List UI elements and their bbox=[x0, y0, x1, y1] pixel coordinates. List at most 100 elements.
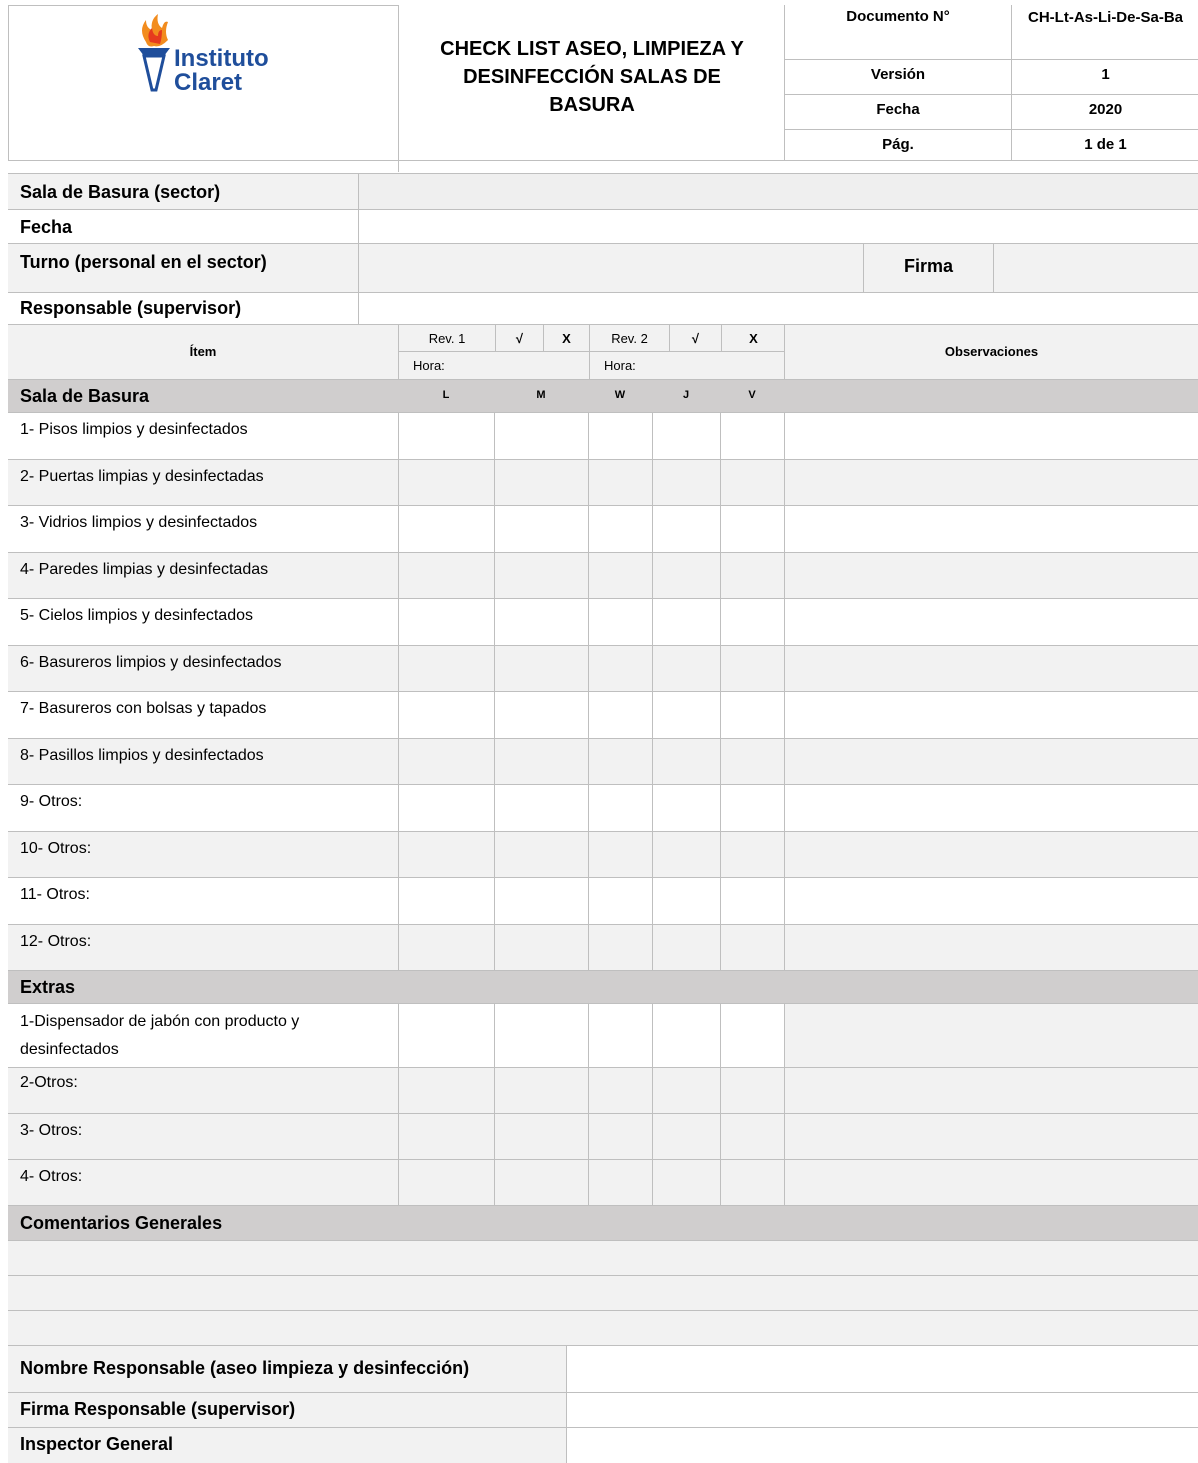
cell-m[interactable] bbox=[494, 413, 588, 460]
cell-w[interactable] bbox=[588, 459, 652, 506]
cell-m[interactable] bbox=[494, 552, 588, 599]
cell-observaciones[interactable] bbox=[784, 459, 1198, 506]
cell-v[interactable] bbox=[720, 459, 784, 506]
cell-observaciones[interactable] bbox=[784, 645, 1198, 692]
cell-v[interactable] bbox=[720, 1160, 784, 1206]
cell-observaciones[interactable] bbox=[784, 1114, 1198, 1160]
cell-w[interactable] bbox=[588, 645, 652, 692]
cell-observaciones[interactable] bbox=[784, 552, 1198, 599]
cell-w[interactable] bbox=[588, 785, 652, 832]
cell-v[interactable] bbox=[720, 645, 784, 692]
cell-l[interactable] bbox=[398, 1114, 494, 1160]
comment-line[interactable] bbox=[8, 1310, 1198, 1345]
cell-v[interactable] bbox=[720, 831, 784, 878]
cell-w[interactable] bbox=[588, 413, 652, 460]
cell-w[interactable] bbox=[588, 878, 652, 925]
cell-w[interactable] bbox=[588, 1068, 652, 1114]
cell-l[interactable] bbox=[398, 552, 494, 599]
cell-j[interactable] bbox=[652, 1160, 720, 1206]
cell-w[interactable] bbox=[588, 692, 652, 739]
cell-v[interactable] bbox=[720, 1114, 784, 1160]
cell-l[interactable] bbox=[398, 599, 494, 646]
cell-w[interactable] bbox=[588, 506, 652, 553]
cell-l[interactable] bbox=[398, 878, 494, 925]
comment-line[interactable] bbox=[8, 1275, 1198, 1310]
cell-w[interactable] bbox=[588, 599, 652, 646]
cell-v[interactable] bbox=[720, 1068, 784, 1114]
cell-j[interactable] bbox=[652, 1114, 720, 1160]
cell-w[interactable] bbox=[588, 1114, 652, 1160]
cell-v[interactable] bbox=[720, 878, 784, 925]
cell-observaciones[interactable] bbox=[784, 506, 1198, 553]
cell-v[interactable] bbox=[720, 692, 784, 739]
cell-w[interactable] bbox=[588, 1004, 652, 1068]
cell-m[interactable] bbox=[494, 506, 588, 553]
cell-m[interactable] bbox=[494, 1004, 588, 1068]
cell-j[interactable] bbox=[652, 1068, 720, 1114]
cell-m[interactable] bbox=[494, 1160, 588, 1206]
cell-m[interactable] bbox=[494, 924, 588, 971]
cell-j[interactable] bbox=[652, 1004, 720, 1068]
comment-line[interactable] bbox=[8, 1240, 1198, 1275]
cell-m[interactable] bbox=[494, 599, 588, 646]
fecha-input[interactable] bbox=[358, 210, 1198, 244]
cell-w[interactable] bbox=[588, 738, 652, 785]
cell-observaciones[interactable] bbox=[784, 1004, 1198, 1068]
cell-observaciones[interactable] bbox=[784, 692, 1198, 739]
nombre-input[interactable] bbox=[566, 1346, 1198, 1393]
cell-j[interactable] bbox=[652, 552, 720, 599]
cell-observaciones[interactable] bbox=[784, 924, 1198, 971]
cell-l[interactable] bbox=[398, 413, 494, 460]
turno-input[interactable] bbox=[358, 244, 863, 293]
cell-m[interactable] bbox=[494, 1114, 588, 1160]
cell-j[interactable] bbox=[652, 506, 720, 553]
cell-w[interactable] bbox=[588, 831, 652, 878]
cell-v[interactable] bbox=[720, 506, 784, 553]
cell-v[interactable] bbox=[720, 924, 784, 971]
cell-j[interactable] bbox=[652, 413, 720, 460]
cell-l[interactable] bbox=[398, 1068, 494, 1114]
cell-j[interactable] bbox=[652, 878, 720, 925]
cell-m[interactable] bbox=[494, 459, 588, 506]
responsable-input[interactable] bbox=[358, 293, 1198, 325]
cell-observaciones[interactable] bbox=[784, 738, 1198, 785]
cell-j[interactable] bbox=[652, 599, 720, 646]
cell-observaciones[interactable] bbox=[784, 878, 1198, 925]
cell-j[interactable] bbox=[652, 692, 720, 739]
cell-w[interactable] bbox=[588, 1160, 652, 1206]
firma-input[interactable] bbox=[993, 244, 1198, 293]
cell-v[interactable] bbox=[720, 1004, 784, 1068]
cell-l[interactable] bbox=[398, 1004, 494, 1068]
cell-observaciones[interactable] bbox=[784, 785, 1198, 832]
cell-observaciones[interactable] bbox=[784, 413, 1198, 460]
cell-observaciones[interactable] bbox=[784, 831, 1198, 878]
cell-j[interactable] bbox=[652, 645, 720, 692]
cell-l[interactable] bbox=[398, 924, 494, 971]
cell-l[interactable] bbox=[398, 831, 494, 878]
cell-m[interactable] bbox=[494, 785, 588, 832]
cell-v[interactable] bbox=[720, 413, 784, 460]
cell-w[interactable] bbox=[588, 924, 652, 971]
cell-l[interactable] bbox=[398, 645, 494, 692]
cell-v[interactable] bbox=[720, 738, 784, 785]
cell-m[interactable] bbox=[494, 831, 588, 878]
cell-l[interactable] bbox=[398, 738, 494, 785]
cell-j[interactable] bbox=[652, 459, 720, 506]
cell-observaciones[interactable] bbox=[784, 1068, 1198, 1114]
cell-j[interactable] bbox=[652, 785, 720, 832]
cell-m[interactable] bbox=[494, 692, 588, 739]
cell-l[interactable] bbox=[398, 692, 494, 739]
sala-input[interactable] bbox=[358, 174, 1198, 210]
cell-l[interactable] bbox=[398, 785, 494, 832]
cell-observaciones[interactable] bbox=[784, 599, 1198, 646]
cell-m[interactable] bbox=[494, 738, 588, 785]
cell-j[interactable] bbox=[652, 738, 720, 785]
cell-m[interactable] bbox=[494, 645, 588, 692]
cell-l[interactable] bbox=[398, 459, 494, 506]
inspector-input[interactable] bbox=[566, 1428, 1198, 1463]
cell-observaciones[interactable] bbox=[784, 1160, 1198, 1206]
cell-v[interactable] bbox=[720, 599, 784, 646]
cell-v[interactable] bbox=[720, 785, 784, 832]
cell-m[interactable] bbox=[494, 1068, 588, 1114]
cell-v[interactable] bbox=[720, 552, 784, 599]
